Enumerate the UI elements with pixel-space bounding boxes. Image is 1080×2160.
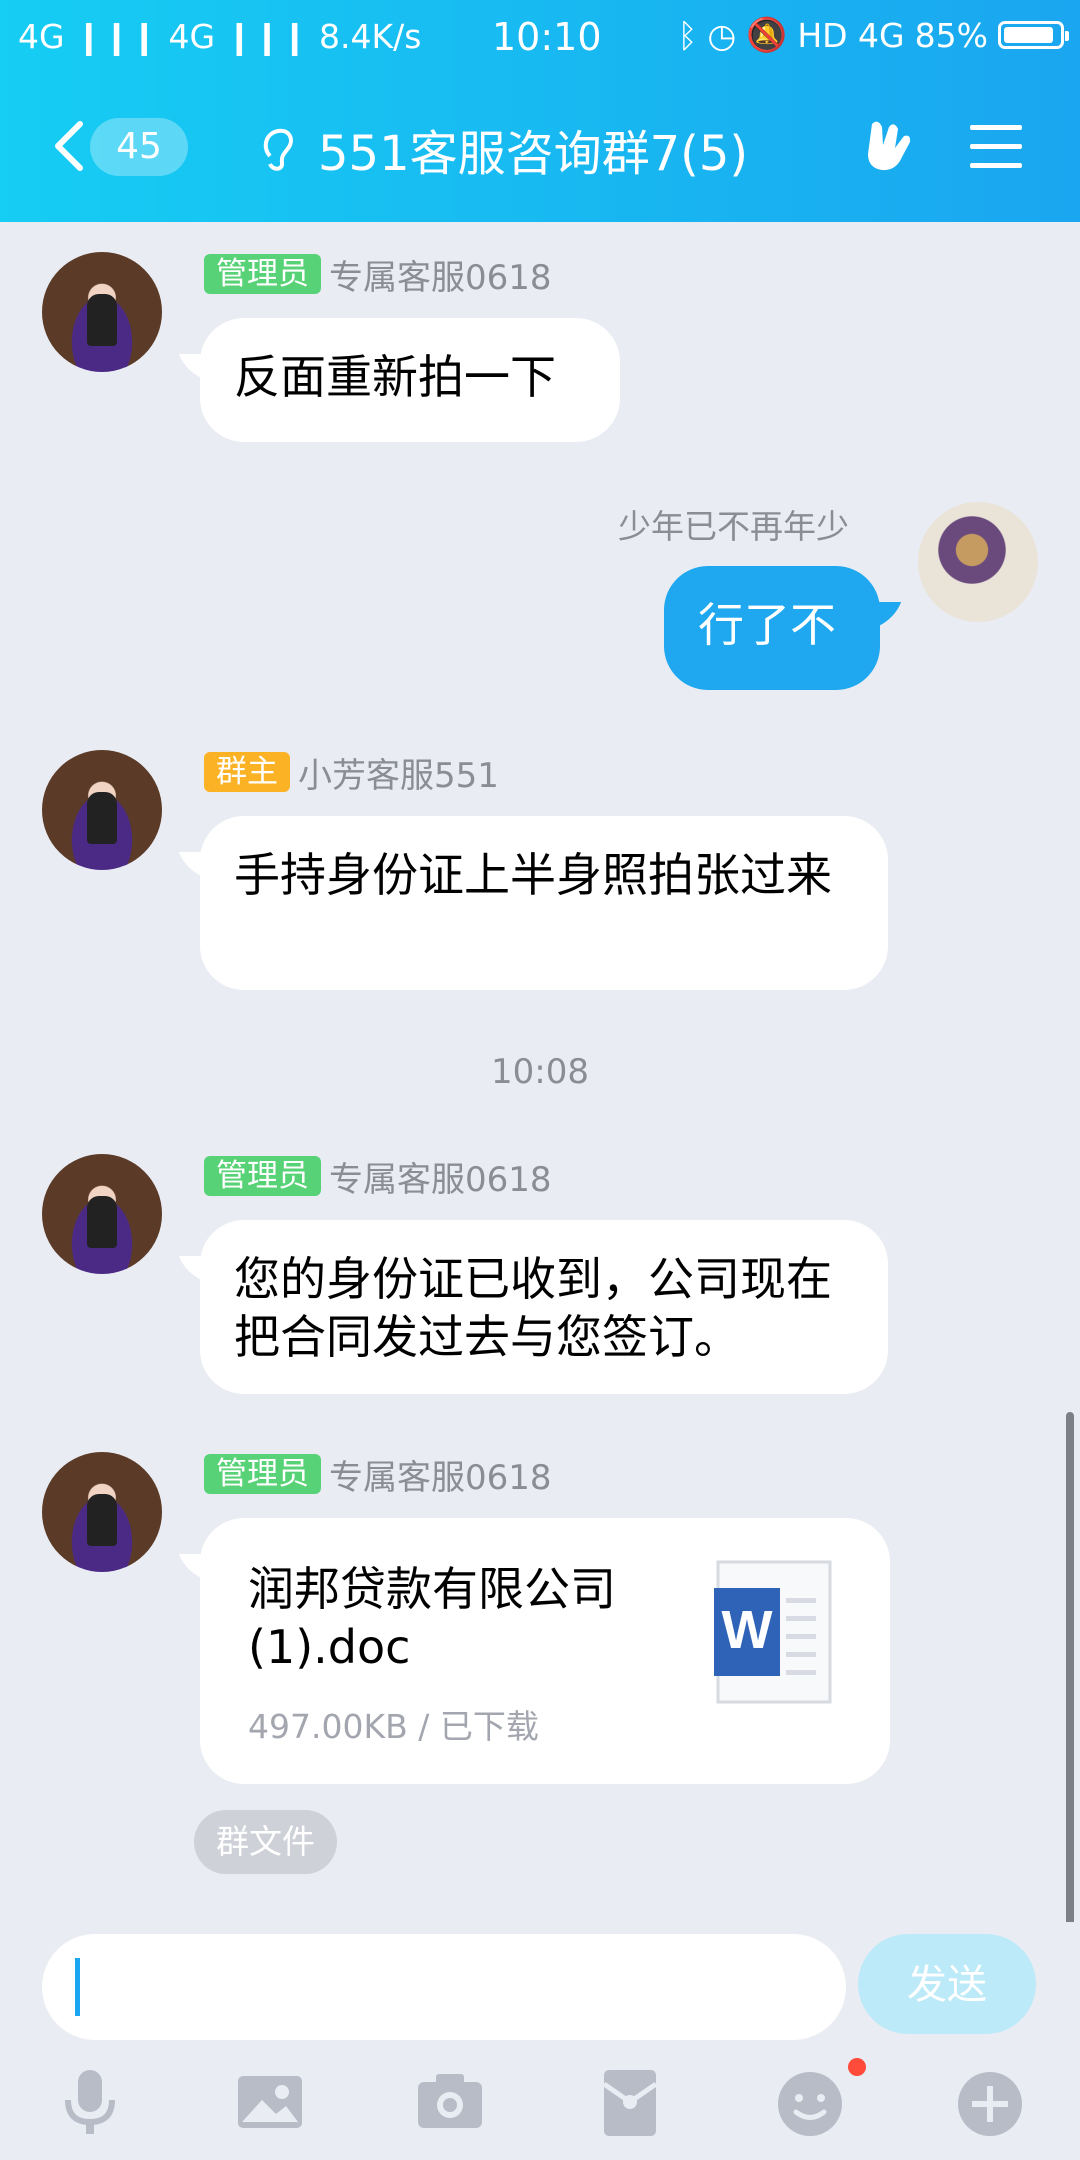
- avatar[interactable]: [42, 252, 162, 372]
- mute-icon: 🔕: [746, 15, 788, 54]
- navigation-bar: 45 551客服咨询群7(5): [0, 100, 1080, 200]
- message-bubble[interactable]: 反面重新拍一下: [200, 318, 620, 442]
- bluetooth-icon: ᛒ: [677, 15, 698, 55]
- plus-icon[interactable]: [950, 2062, 1030, 2142]
- avatar[interactable]: [42, 1154, 162, 1274]
- ear-icon: [263, 128, 293, 171]
- avatar[interactable]: [918, 502, 1038, 622]
- status-right: ᛒ ◷ 🔕 HD 4G 85%: [677, 15, 1069, 55]
- message-input[interactable]: [42, 1934, 846, 2040]
- back-icon[interactable]: [46, 116, 94, 176]
- network-status: 4G ❙❙❙ 4G ❙❙❙ 8.4K/s: [18, 17, 422, 56]
- message-bubble[interactable]: 您的身份证已收到，公司现在把合同发过去与您签订。: [200, 1220, 888, 1394]
- avatar[interactable]: [42, 750, 162, 870]
- red-packet-icon[interactable]: [590, 2062, 670, 2142]
- sender-name: 小芳客服551: [298, 755, 499, 796]
- camera-icon[interactable]: [410, 2062, 490, 2142]
- word-document-icon: W: [714, 1560, 832, 1704]
- group-file-tag: 群文件: [194, 1810, 337, 1874]
- chat-message-list[interactable]: 管理员 专属客服0618 反面重新拍一下 少年已不再年少 行了不 群主 小芳客服…: [0, 222, 1080, 2068]
- admin-badge: 管理员: [204, 1156, 321, 1196]
- sender-name: 专属客服0618: [329, 257, 552, 298]
- time-separator: 10:08: [491, 1052, 589, 1092]
- admin-badge: 管理员: [204, 1454, 321, 1494]
- hd-network-text: HD 4G: [797, 15, 905, 55]
- status-time: 10:10: [492, 15, 602, 59]
- svg-text:W: W: [722, 1600, 773, 1660]
- hand-gesture-icon[interactable]: [858, 114, 922, 178]
- sender-name: 专属客服0618: [329, 1457, 552, 1498]
- message-sender: 管理员 专属客服0618: [204, 1154, 552, 1200]
- chat-title: 551客服咨询群7(5): [318, 126, 749, 182]
- status-bar: 4G ❙❙❙ 4G ❙❙❙ 8.4K/s 10:10 ᛒ ◷ 🔕 HD 4G 8…: [0, 0, 1080, 74]
- my-message-bubble[interactable]: 行了不: [664, 566, 880, 690]
- battery-icon: [998, 21, 1069, 49]
- sender-name: 少年已不再年少: [618, 507, 849, 546]
- message-sender: 群主 小芳客服551: [204, 750, 499, 796]
- chat-title-area[interactable]: 551客服咨询群7(5): [258, 114, 748, 184]
- alarm-icon: ◷: [707, 15, 737, 55]
- image-icon[interactable]: [230, 2062, 310, 2142]
- menu-icon[interactable]: [968, 120, 1024, 172]
- file-meta: 497.00KB / 已下载: [248, 1707, 539, 1746]
- message-sender: 管理员 专属客服0618: [204, 1452, 552, 1498]
- message-input-bar: 发送: [0, 1922, 1080, 2160]
- avatar[interactable]: [42, 1452, 162, 1572]
- file-message-card[interactable]: 润邦贷款有限公司(1).doc 497.00KB / 已下载 W: [200, 1518, 890, 1784]
- battery-percent: 85%: [914, 15, 988, 55]
- text-cursor: [75, 1958, 80, 2016]
- mic-icon[interactable]: [50, 2062, 130, 2142]
- sender-name: 专属客服0618: [329, 1159, 552, 1200]
- emoji-icon[interactable]: [770, 2062, 850, 2142]
- send-button[interactable]: 发送: [858, 1934, 1036, 2034]
- message-bubble[interactable]: 手持身份证上半身照拍张过来: [200, 816, 888, 990]
- owner-badge: 群主: [204, 752, 290, 792]
- message-sender: 管理员 专属客服0618: [204, 252, 552, 298]
- file-name: 润邦贷款有限公司(1).doc: [248, 1562, 616, 1674]
- header: 4G ❙❙❙ 4G ❙❙❙ 8.4K/s 10:10 ᛒ ◷ 🔕 HD 4G 8…: [0, 0, 1080, 222]
- admin-badge: 管理员: [204, 254, 321, 294]
- emoji-notification-dot: [848, 2058, 866, 2076]
- unread-count-badge[interactable]: 45: [90, 118, 188, 176]
